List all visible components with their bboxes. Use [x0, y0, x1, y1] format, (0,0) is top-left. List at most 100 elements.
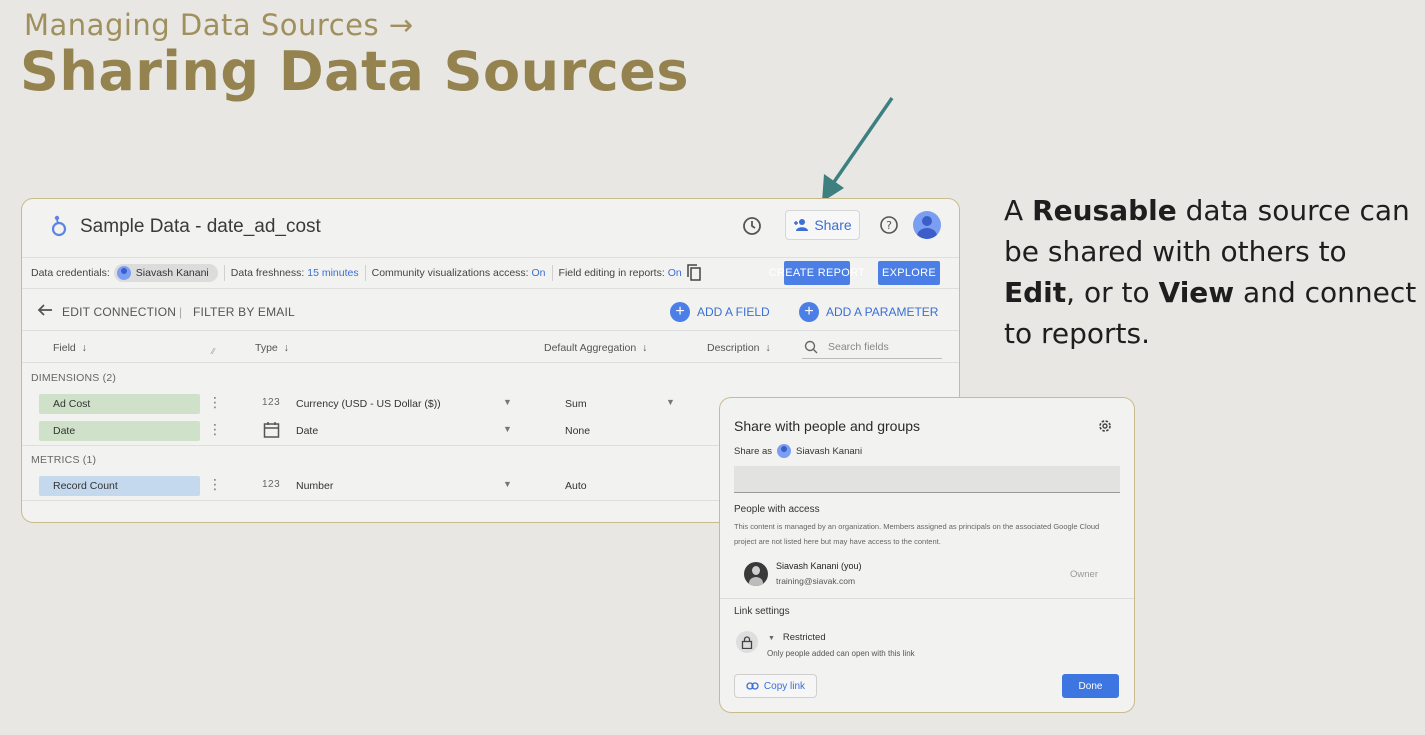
freshness-label: Data freshness: — [230, 267, 305, 279]
field-aggregation[interactable]: Sum — [565, 398, 587, 410]
field-editing-label: Field editing in reports: — [558, 267, 665, 279]
credentials-user-chip[interactable]: Siavash Kanani — [113, 264, 218, 282]
metrics-section-label: METRICS (1) — [31, 454, 97, 466]
column-description[interactable]: Description ↓ — [707, 342, 771, 354]
column-aggregation-label: Default Aggregation — [544, 342, 637, 354]
community-link[interactable]: On — [532, 267, 546, 279]
freshness-link[interactable]: 15 minutes — [307, 267, 358, 279]
field-aggregation[interactable]: None — [565, 425, 590, 437]
field-aggregation[interactable]: Auto — [565, 480, 587, 492]
app-header: Sample Data - date_ad_cost Share ? — [22, 199, 959, 253]
column-aggregation[interactable]: Default Aggregation ↓ — [544, 342, 647, 354]
back-arrow-icon[interactable] — [37, 303, 53, 317]
owner-name: Siavash Kanani (you) — [776, 561, 862, 571]
user-avatar[interactable] — [913, 211, 941, 239]
field-name-pill[interactable]: Date — [39, 421, 200, 441]
credentials-bar: Data credentials: Siavash Kanani Data fr… — [22, 257, 959, 289]
user-avatar-small — [777, 444, 792, 458]
share-label: Share — [814, 217, 852, 233]
slide-description: A Reusable data source can be shared wit… — [1004, 190, 1419, 354]
share-dialog: Share with people and groups Share as Si… — [719, 397, 1135, 713]
slide-subtitle: Managing Data Sources → — [24, 8, 414, 42]
field-name-pill[interactable]: Record Count — [39, 476, 200, 496]
link-icon — [746, 682, 759, 690]
owner-email: training@siavak.com — [776, 576, 856, 586]
dimensions-section-label: DIMENSIONS (2) — [31, 372, 117, 384]
help-icon[interactable]: ? — [879, 215, 899, 235]
field-type[interactable]: Currency (USD - US Dollar ($)) — [296, 398, 441, 410]
copy-icon[interactable] — [686, 264, 702, 282]
explore-button[interactable]: EXPLORE — [878, 261, 940, 285]
user-avatar-small — [116, 266, 131, 280]
field-type[interactable]: Date — [296, 425, 318, 437]
column-header-row: Field ↓ ⁄⁄ Type ↓ Default Aggregation ↓ … — [22, 330, 959, 363]
field-type[interactable]: Number — [296, 480, 333, 492]
share-as-user[interactable]: Siavash Kanani — [796, 446, 862, 457]
dropdown-arrow-icon[interactable]: ▼ — [503, 424, 512, 434]
plus-icon: + — [670, 302, 690, 322]
credentials-user: Siavash Kanani — [135, 267, 209, 279]
filter-by-email-button[interactable]: FILTER BY EMAIL — [193, 305, 295, 319]
looker-studio-logo-icon — [51, 215, 67, 237]
dialog-divider — [720, 598, 1134, 599]
field-name-pill[interactable]: Ad Cost — [39, 394, 200, 414]
done-button[interactable]: Done — [1062, 674, 1119, 698]
desc-bold-view: View — [1158, 276, 1235, 309]
gear-icon[interactable] — [1097, 418, 1113, 434]
field-toolbar: EDIT CONNECTION | FILTER BY EMAIL + ADD … — [22, 295, 959, 329]
version-history-icon[interactable] — [741, 215, 763, 237]
dropdown-arrow-icon: ▼ — [768, 635, 775, 642]
link-access-dropdown[interactable]: ▼ Restricted — [768, 632, 826, 643]
dialog-title: Share with people and groups — [734, 418, 921, 434]
owner-avatar — [744, 562, 768, 586]
restricted-label: Restricted — [782, 632, 826, 643]
pointer-arrow — [822, 97, 894, 202]
svg-text:?: ? — [886, 219, 892, 232]
dropdown-arrow-icon[interactable]: ▼ — [503, 479, 512, 489]
toolbar-divider: | — [179, 305, 183, 319]
create-report-button[interactable]: CREATE REPORT — [769, 261, 865, 285]
desc-part: , or to — [1066, 276, 1159, 309]
more-vert-icon[interactable]: ⋮ — [208, 395, 222, 409]
add-person-icon — [794, 219, 809, 231]
desc-bold-reusable: Reusable — [1032, 194, 1177, 227]
community-label: Community visualizations access: — [371, 267, 529, 279]
column-type[interactable]: Type ↓ — [255, 342, 289, 354]
restricted-description: Only people added can open with this lin… — [767, 649, 915, 658]
more-vert-icon[interactable]: ⋮ — [208, 477, 222, 491]
add-people-input[interactable] — [734, 466, 1120, 493]
column-description-label: Description — [707, 342, 760, 354]
desc-bold-edit: Edit — [1004, 276, 1067, 309]
add-parameter-label: ADD A PARAMETER — [826, 305, 939, 319]
column-field[interactable]: Field ↓ — [53, 342, 87, 354]
search-icon — [804, 340, 818, 354]
link-settings-heading: Link settings — [734, 606, 790, 617]
owner-role: Owner — [1070, 569, 1098, 580]
copy-link-button[interactable]: Copy link — [734, 674, 817, 698]
copy-link-label: Copy link — [763, 680, 806, 692]
dropdown-arrow-icon[interactable]: ▼ — [666, 397, 675, 407]
add-field-button[interactable]: + ADD A FIELD — [670, 302, 770, 322]
number-type-icon: 123 — [262, 479, 281, 490]
separator — [551, 265, 553, 281]
column-type-label: Type — [255, 342, 278, 354]
field-editing-link[interactable]: On — [668, 267, 682, 279]
resize-handle-icon[interactable]: ⁄⁄ — [212, 347, 215, 356]
add-parameter-button[interactable]: + ADD A PARAMETER — [799, 302, 938, 322]
access-note: This content is managed by an organizati… — [734, 522, 1100, 546]
plus-icon: + — [799, 302, 819, 322]
number-type-icon: 123 — [262, 397, 281, 408]
slide-title: Sharing Data Sources — [20, 40, 689, 103]
search-fields-input[interactable]: Search fields — [802, 337, 942, 359]
edit-connection-button[interactable]: EDIT CONNECTION — [62, 305, 176, 319]
column-field-label: Field — [53, 342, 76, 354]
share-as-label: Share as — [734, 445, 773, 457]
more-vert-icon[interactable]: ⋮ — [208, 422, 222, 436]
people-with-access-heading: People with access — [734, 504, 820, 515]
dropdown-arrow-icon[interactable]: ▼ — [503, 397, 512, 407]
lock-icon — [736, 631, 758, 653]
desc-part: A — [1004, 194, 1033, 227]
calendar-icon — [263, 422, 280, 438]
share-button[interactable]: Share — [785, 210, 860, 240]
separator — [223, 265, 225, 281]
